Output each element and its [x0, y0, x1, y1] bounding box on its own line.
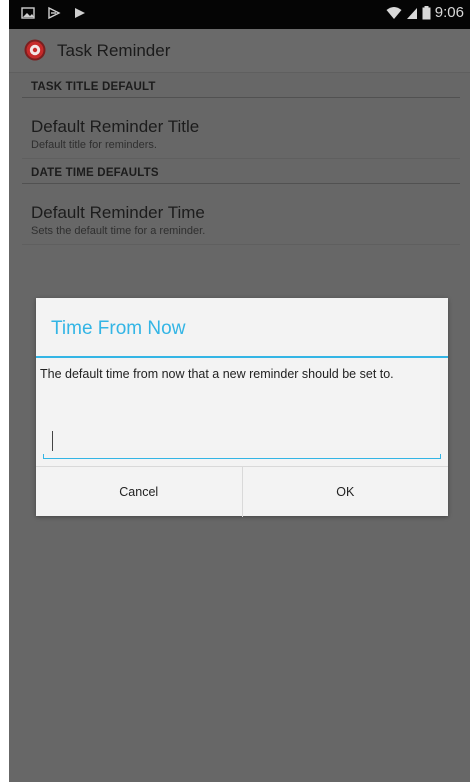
dialog-message: The default time from now that a new rem…: [40, 367, 394, 381]
pref-title: Default Reminder Title: [31, 117, 200, 136]
pref-default-reminder-title[interactable]: Default Reminder Title Default title for…: [22, 98, 460, 159]
cancel-button[interactable]: Cancel: [36, 467, 242, 517]
notification-icons: [21, 6, 87, 20]
wifi-icon: [386, 6, 402, 19]
dialog-title: Time From Now: [51, 318, 186, 339]
pref-title: Default Reminder Time: [31, 203, 205, 222]
time-from-now-input[interactable]: [43, 423, 441, 459]
category-task-title: TASK TITLE DEFAULT: [22, 73, 460, 98]
app-title: Task Reminder: [57, 41, 171, 60]
action-bar: Task Reminder: [9, 29, 470, 73]
text-cursor: [52, 431, 53, 451]
preference-list: TASK TITLE DEFAULT Default Reminder Titl…: [9, 73, 470, 245]
status-bar: 9:06: [9, 0, 470, 29]
category-label: TASK TITLE DEFAULT: [31, 81, 156, 93]
system-status: 9:06: [386, 4, 464, 21]
signal-icon: [406, 7, 417, 19]
cast-icon: [48, 6, 61, 20]
pref-default-reminder-time[interactable]: Default Reminder Time Sets the default t…: [22, 184, 460, 245]
input-underline: [43, 458, 441, 459]
input-underline-tick: [43, 454, 44, 459]
category-date-time: DATE TIME DEFAULTS: [22, 159, 460, 184]
ok-button[interactable]: OK: [241, 467, 449, 517]
input-underline-tick: [440, 454, 441, 459]
play-store-icon: [75, 8, 85, 18]
time-from-now-dialog: Time From Now The default time from now …: [36, 298, 448, 517]
pref-summary: Sets the default time for a reminder.: [31, 225, 206, 237]
status-time: 9:06: [434, 4, 464, 21]
dialog-title-divider: [36, 356, 448, 358]
battery-icon: [422, 5, 431, 19]
pref-summary: Default title for reminders.: [31, 139, 157, 151]
category-label: DATE TIME DEFAULTS: [31, 167, 159, 179]
app-logo-icon[interactable]: [24, 39, 46, 61]
dialog-button-bar: Cancel OK: [36, 466, 448, 517]
image-icon: [21, 7, 35, 19]
